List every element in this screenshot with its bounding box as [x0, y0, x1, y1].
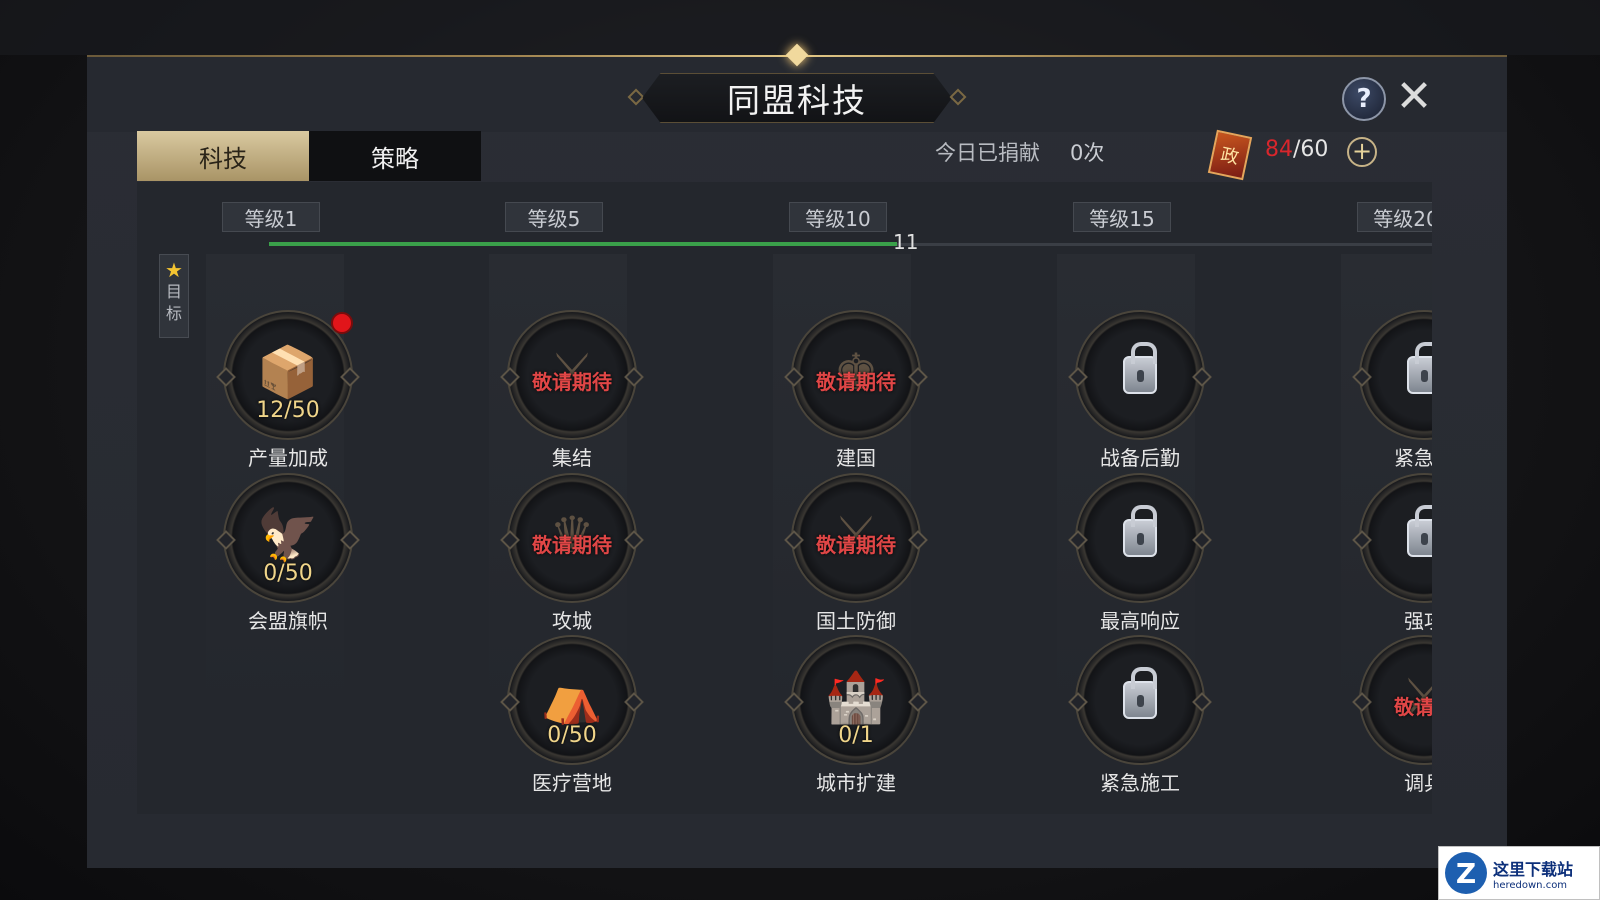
tier-label: 等级20	[1357, 202, 1432, 232]
tier-label: 等级1	[222, 202, 320, 232]
tab-tech-label: 科技	[199, 144, 247, 173]
tech-node-name: 最高响应	[1100, 609, 1180, 633]
tech-node-name: 战备后勤	[1100, 446, 1180, 470]
tech-node-name: 会盟旗帜	[248, 609, 328, 633]
tech-node[interactable]: ♛ 敬请期待 攻城	[507, 473, 637, 633]
tech-node[interactable]: 最高响应	[1075, 473, 1205, 633]
tab-tech[interactable]: 科技	[137, 131, 309, 181]
close-icon: ✕	[1395, 71, 1433, 122]
close-button[interactable]: ✕	[1392, 75, 1436, 119]
goal-tag[interactable]: ★ 目 标	[159, 254, 189, 338]
star-icon: ★	[165, 258, 183, 282]
goal-label-bottom: 标	[165, 304, 182, 323]
tech-node-level: 12/50	[256, 398, 320, 423]
tech-node-level: 0/50	[263, 561, 313, 586]
ticket-current: 84	[1265, 137, 1293, 162]
donation-ticket-icon: 政	[1207, 129, 1253, 181]
donation-label: 今日已捐献	[935, 141, 1040, 165]
watermark-en: heredown.com	[1493, 879, 1568, 891]
tech-node[interactable]: 🏰 0/1 城市扩建	[791, 635, 921, 795]
tier-label-text: 等级1	[244, 206, 298, 231]
tech-node[interactable]: 🦅 0/50 会盟旗帜	[223, 473, 353, 633]
lock-icon	[1123, 505, 1157, 557]
coming-soon-label: 敬请期待	[532, 533, 612, 557]
tech-node-name: 攻城	[552, 609, 592, 633]
plus-icon: +	[1351, 137, 1373, 165]
tech-node[interactable]: 紧急施工	[1075, 635, 1205, 795]
window-title: 同盟科技	[727, 81, 867, 120]
coming-soon-label: 敬请期待	[816, 533, 896, 557]
watermark-logo: Z	[1445, 852, 1487, 894]
tech-node[interactable]: 📦 12/50 产量加成	[223, 310, 353, 470]
tech-node[interactable]: ⚔敬请期调兵	[1359, 635, 1432, 795]
tech-node-level: 0/1	[838, 723, 874, 748]
donation-count: 0次	[1070, 141, 1105, 165]
tech-node-name: 集结	[552, 446, 592, 470]
coming-soon-label: 敬请期	[1394, 695, 1432, 719]
tab-bar: 科技 策略	[137, 131, 481, 181]
ticket-max: 60	[1300, 137, 1329, 162]
tech-node-name: 医疗营地	[532, 771, 612, 795]
progress-fill	[269, 242, 897, 246]
tier-label-text: 等级20	[1373, 206, 1432, 231]
ticket-icon-text: 政	[1218, 144, 1241, 169]
lock-icon	[1123, 667, 1157, 719]
tab-strategy-label: 策略	[371, 144, 419, 173]
tier-label-text: 等级10	[805, 206, 871, 231]
tech-node-level: 0/50	[547, 723, 597, 748]
tech-node-name: 调兵	[1404, 771, 1432, 795]
coming-soon-label: 敬请期待	[816, 370, 896, 394]
tier-label: 等级5	[505, 202, 603, 232]
tech-node[interactable]: 战备后勤	[1075, 310, 1205, 470]
tech-node[interactable]: ⚔ 敬请期待 集结	[507, 310, 637, 470]
tab-strategy[interactable]: 策略	[309, 131, 481, 181]
help-button[interactable]: ?	[1342, 77, 1386, 121]
tech-node-name: 紧急修	[1394, 446, 1432, 470]
watermark-text: 这里下载站 heredown.com	[1493, 856, 1573, 891]
lock-icon	[1407, 342, 1432, 394]
watermark-cn: 这里下载站	[1493, 859, 1574, 879]
notification-dot	[331, 312, 353, 334]
lock-icon	[1407, 505, 1432, 557]
title-plate: 同盟科技	[642, 73, 952, 123]
tech-node-name: 强攻	[1404, 609, 1432, 633]
tech-node[interactable]: 紧急修	[1359, 310, 1432, 470]
tech-node[interactable]: ⛺ 0/50 医疗营地	[507, 635, 637, 795]
tech-tree[interactable]: 等级1 等级5 等级10 等级15 等级20 11 ★ 目 标 📦12/50产量…	[137, 182, 1432, 814]
question-icon: ?	[1356, 84, 1372, 114]
add-ticket-button[interactable]: +	[1347, 137, 1377, 167]
coming-soon-label: 敬请期待	[532, 370, 612, 394]
tier-label-text: 等级15	[1089, 206, 1155, 231]
tech-node-name: 城市扩建	[816, 771, 896, 795]
ticket-counter: 84/60	[1265, 137, 1328, 162]
tier-label: 等级10	[789, 202, 887, 232]
tech-node-name: 国土防御	[816, 609, 896, 633]
lock-icon	[1123, 342, 1157, 394]
tech-node-name: 产量加成	[248, 446, 328, 470]
tier-label-text: 等级5	[527, 206, 581, 231]
tech-node-name: 紧急施工	[1100, 771, 1180, 795]
alliance-tech-window: 同盟科技 ? ✕ 科技 策略 今日已捐献 0次 政 84/60 + 等级1 等级…	[87, 43, 1507, 868]
site-watermark: Z 这里下载站 heredown.com	[1438, 846, 1600, 900]
tech-node[interactable]: ♚ 敬请期待 建国	[791, 310, 921, 470]
tier-label: 等级15	[1073, 202, 1171, 232]
goal-label-top: 目	[165, 282, 182, 301]
tech-node-name: 建国	[836, 446, 876, 470]
progress-value: 11	[893, 230, 919, 254]
tech-node[interactable]: 强攻	[1359, 473, 1432, 633]
tech-node[interactable]: ⚔ 敬请期待 国土防御	[791, 473, 921, 633]
